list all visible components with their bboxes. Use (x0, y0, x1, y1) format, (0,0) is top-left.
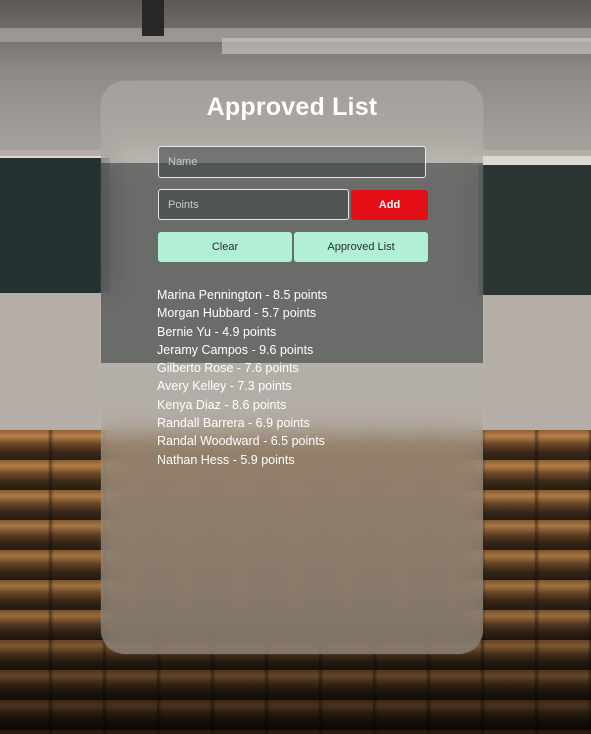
list-item: Randal Woodward - 6.5 points (157, 434, 325, 449)
background-beam (222, 38, 591, 54)
list-item: Jeramy Campos - 9.6 points (157, 342, 314, 357)
name-input[interactable] (158, 146, 426, 178)
approved-list-card: Approved List Add Clear Approved List Ma… (101, 81, 483, 654)
list-item: Bernie Yu - 4.9 points (157, 324, 277, 339)
background-chalkboard (0, 158, 110, 293)
list-item: Gilberto Rose - 7.6 points (157, 361, 299, 376)
list-item: Marina Pennington - 8.5 points (157, 288, 328, 302)
page-title: Approved List (206, 93, 378, 121)
add-button[interactable]: Add (351, 190, 428, 220)
background-lamp (142, 0, 164, 36)
list-item: Randall Barrera - 6.9 points (157, 416, 310, 431)
clear-button[interactable]: Clear (158, 232, 292, 262)
list-item: Nathan Hess - 5.9 points (157, 452, 295, 467)
list-item: Kenya Diaz - 8.6 points (157, 397, 287, 412)
background-chalkboard (478, 165, 591, 295)
approved-list: Marina Pennington - 8.5 points Morgan Hu… (157, 286, 327, 469)
points-input[interactable] (158, 189, 349, 220)
list-item: Avery Kelley - 7.3 points (157, 379, 292, 394)
card-backdrop (101, 441, 483, 654)
list-item: Morgan Hubbard - 5.7 points (157, 306, 317, 321)
approved-list-button[interactable]: Approved List (294, 232, 428, 262)
